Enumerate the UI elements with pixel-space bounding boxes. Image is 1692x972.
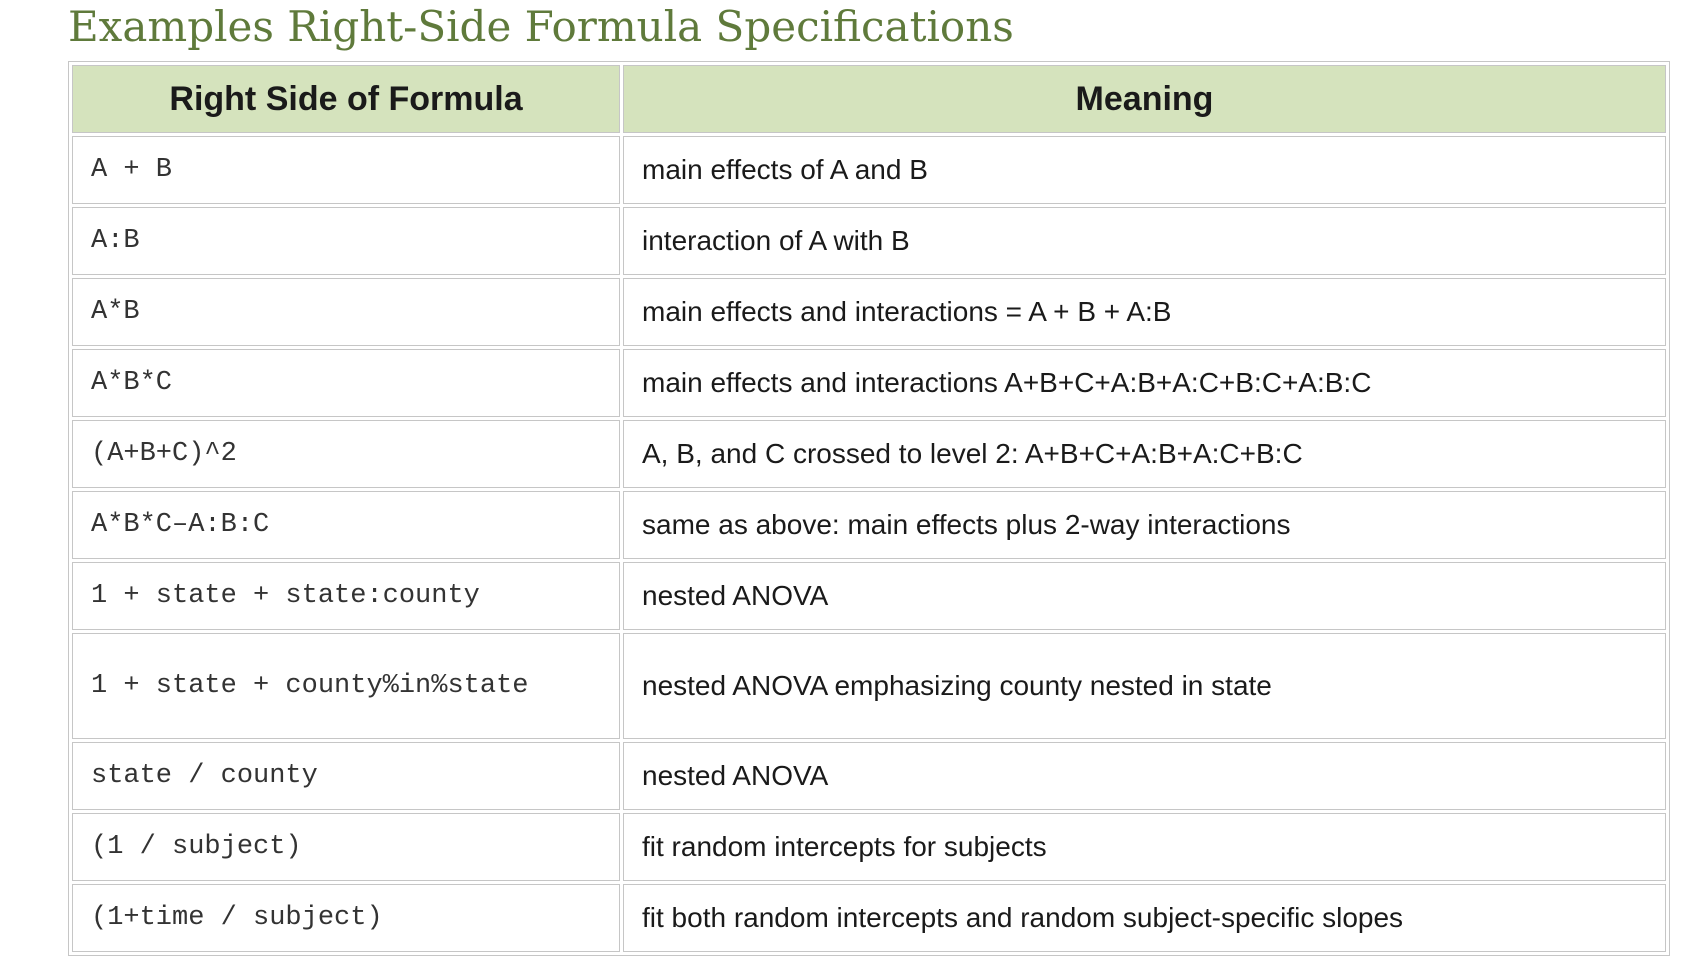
table-row: A*B main effects and interactions = A + … — [72, 278, 1666, 346]
meaning-cell: A, B, and C crossed to level 2: A+B+C+A:… — [623, 420, 1666, 488]
formula-cell: A*B — [72, 278, 620, 346]
formula-cell: (A+B+C)^2 — [72, 420, 620, 488]
table-row: (A+B+C)^2 A, B, and C crossed to level 2… — [72, 420, 1666, 488]
table-row: A*B*C main effects and interactions A+B+… — [72, 349, 1666, 417]
meaning-cell: nested ANOVA emphasizing county nested i… — [623, 633, 1666, 739]
column-header-meaning: Meaning — [623, 65, 1666, 133]
table-row: A:B interaction of A with B — [72, 207, 1666, 275]
formula-cell: A:B — [72, 207, 620, 275]
formula-table: Right Side of Formula Meaning A + B main… — [68, 61, 1670, 956]
formula-cell: A + B — [72, 136, 620, 204]
table-row: A + B main effects of A and B — [72, 136, 1666, 204]
table-row: A*B*C–A:B:C same as above: main effects … — [72, 491, 1666, 559]
meaning-cell: main effects of A and B — [623, 136, 1666, 204]
meaning-cell: nested ANOVA — [623, 562, 1666, 630]
formula-cell: (1+time / subject) — [72, 884, 620, 952]
table-row: 1 + state + state:county nested ANOVA — [72, 562, 1666, 630]
table-row: (1+time / subject) fit both random inter… — [72, 884, 1666, 952]
table-row: state / county nested ANOVA — [72, 742, 1666, 810]
table-row: (1 / subject) fit random intercepts for … — [72, 813, 1666, 881]
formula-cell: 1 + state + state:county — [72, 562, 620, 630]
page-title: Examples Right-Side Formula Specificatio… — [68, 2, 1014, 51]
meaning-cell: nested ANOVA — [623, 742, 1666, 810]
table-row: 1 + state + county%in%state nested ANOVA… — [72, 633, 1666, 739]
meaning-cell: main effects and interactions A+B+C+A:B+… — [623, 349, 1666, 417]
meaning-cell: same as above: main effects plus 2-way i… — [623, 491, 1666, 559]
formula-cell: (1 / subject) — [72, 813, 620, 881]
column-header-formula: Right Side of Formula — [72, 65, 620, 133]
formula-cell: A*B*C–A:B:C — [72, 491, 620, 559]
meaning-cell: fit random intercepts for subjects — [623, 813, 1666, 881]
formula-cell: 1 + state + county%in%state — [72, 633, 620, 739]
formula-cell: A*B*C — [72, 349, 620, 417]
table-header-row: Right Side of Formula Meaning — [72, 65, 1666, 133]
meaning-cell: main effects and interactions = A + B + … — [623, 278, 1666, 346]
formula-cell: state / county — [72, 742, 620, 810]
meaning-cell: interaction of A with B — [623, 207, 1666, 275]
meaning-cell: fit both random intercepts and random su… — [623, 884, 1666, 952]
